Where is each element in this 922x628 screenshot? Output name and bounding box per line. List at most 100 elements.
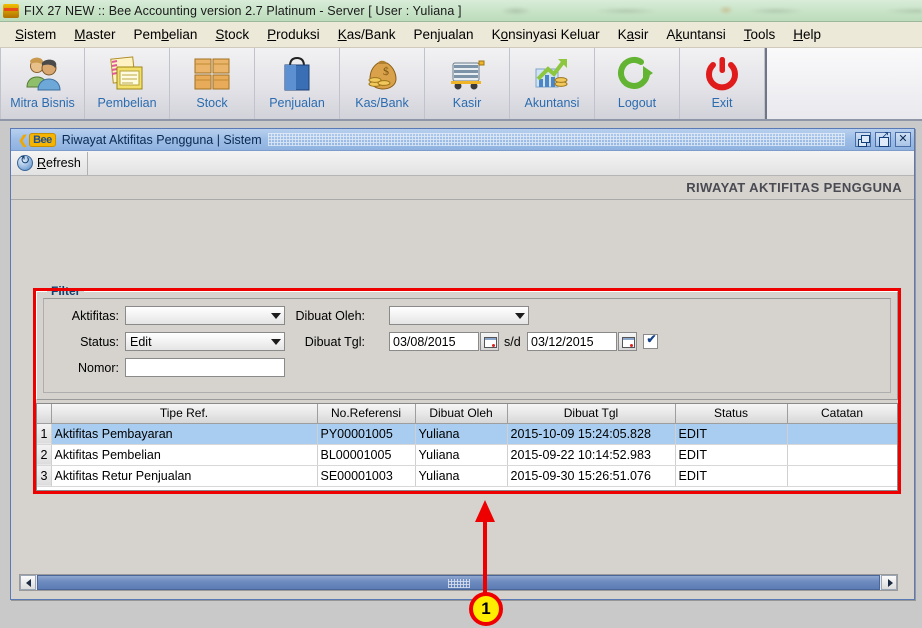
restore-window-button[interactable] bbox=[855, 132, 871, 147]
refresh-button[interactable]: Refresh bbox=[14, 151, 88, 175]
horizontal-scrollbar[interactable] bbox=[19, 574, 898, 591]
page-title: RIWAYAT AKTIFITAS PENGGUNA bbox=[686, 180, 902, 195]
cell-dibuat-oleh: Yuliana bbox=[415, 444, 508, 466]
scroll-left-icon[interactable] bbox=[20, 575, 36, 590]
column-header-no-referensi[interactable]: No.Referensi bbox=[317, 404, 416, 424]
mdi-window-title: Riwayat Aktifitas Pengguna | Sistem bbox=[61, 132, 262, 147]
toolbar-label-kas-bank: Kas/Bank bbox=[355, 96, 409, 110]
menu-item-tools[interactable]: Tools bbox=[735, 24, 785, 45]
toolbar-button-logout[interactable]: Logout bbox=[595, 48, 680, 119]
aktifitas-label: Aktifitas: bbox=[71, 309, 119, 323]
menu-item-help[interactable]: Help bbox=[784, 24, 830, 45]
column-header-rownum[interactable] bbox=[37, 404, 52, 424]
toolbar-button-pembelian[interactable]: Pembelian bbox=[85, 48, 170, 119]
titlebar-drag-hatch[interactable] bbox=[267, 133, 845, 146]
toolbar-button-kas-bank[interactable]: $ Kas/Bank bbox=[340, 48, 425, 119]
toolbar-button-akuntansi[interactable]: Akuntansi bbox=[510, 48, 595, 119]
cell-status: EDIT bbox=[675, 444, 788, 466]
table-row[interactable]: 3 Aktifitas Retur Penjualan SE00001003 Y… bbox=[37, 465, 897, 487]
scroll-right-icon[interactable] bbox=[881, 575, 897, 590]
menu-item-kas-bank[interactable]: Kas/Bank bbox=[329, 24, 405, 45]
toolbar-button-penjualan[interactable]: Penjualan bbox=[255, 48, 340, 119]
status-combobox-value: Edit bbox=[130, 334, 152, 349]
growth-chart-icon bbox=[530, 53, 574, 95]
table-row[interactable]: 2 Aktifitas Pembelian BL00001005 Yuliana… bbox=[37, 444, 897, 466]
column-header-tipe-ref[interactable]: Tipe Ref. bbox=[51, 404, 318, 424]
maximize-window-button[interactable] bbox=[875, 130, 891, 147]
row-number: 2 bbox=[37, 444, 52, 466]
tanggal-sampai-calendar-icon[interactable] bbox=[618, 332, 637, 351]
window-body: Filter Aktifitas: Status: Edit Nomor: Di… bbox=[11, 200, 914, 626]
menu-item-akuntansi[interactable]: Akuntansi bbox=[657, 24, 734, 45]
toolbar-button-exit[interactable]: Exit bbox=[680, 48, 765, 119]
mdi-window-titlebar[interactable]: ❮ Bee Riwayat Aktifitas Pengguna | Sistem bbox=[11, 129, 914, 151]
scrollbar-thumb[interactable] bbox=[37, 575, 880, 590]
menu-item-master[interactable]: Master bbox=[65, 24, 124, 45]
arrow-shaft bbox=[483, 518, 487, 600]
tanggal-enable-checkbox[interactable] bbox=[643, 332, 658, 349]
cell-dibuat-tgl: 2015-10-09 15:24:05.828 bbox=[507, 423, 676, 445]
tanggal-sampai-value: 03/12/2015 bbox=[531, 334, 594, 349]
table-row[interactable]: 1 Aktifitas Pembayaran PY00001005 Yulian… bbox=[37, 423, 897, 445]
boxes-icon bbox=[190, 53, 234, 95]
cash-register-icon bbox=[445, 53, 489, 95]
close-window-button[interactable] bbox=[895, 132, 911, 147]
blurred-background-region bbox=[475, 0, 922, 22]
menu-item-stock[interactable]: Stock bbox=[206, 24, 258, 45]
column-header-status[interactable]: Status bbox=[675, 404, 788, 424]
menu-item-penjualan[interactable]: Penjualan bbox=[404, 24, 482, 45]
tanggal-dari-calendar-icon[interactable] bbox=[480, 332, 499, 351]
money-bag-icon: $ bbox=[360, 53, 404, 95]
menu-item-produksi[interactable]: Produksi bbox=[258, 24, 329, 45]
toolbar-button-mitra-bisnis[interactable]: Mitra Bisnis bbox=[0, 48, 85, 119]
toolbar-button-kasir[interactable]: Kasir bbox=[425, 48, 510, 119]
activity-table-element: Tipe Ref. No.Referensi Dibuat Oleh Dibua… bbox=[37, 404, 897, 487]
bee-app-icon bbox=[3, 3, 19, 18]
toolbar-button-stock[interactable]: Stock bbox=[170, 48, 255, 119]
calendar-dot bbox=[492, 344, 495, 347]
cell-tipe-ref: Aktifitas Pembelian bbox=[51, 444, 318, 466]
annotation-badge: 1 bbox=[469, 592, 503, 626]
status-combobox[interactable]: Edit bbox=[125, 332, 285, 351]
refresh-icon bbox=[17, 153, 33, 171]
cell-no-referensi: BL00001005 bbox=[317, 444, 416, 466]
row-number: 3 bbox=[37, 465, 52, 487]
menu-item-pembelian[interactable]: Pembelian bbox=[125, 24, 207, 45]
column-header-dibuat-oleh[interactable]: Dibuat Oleh bbox=[415, 404, 508, 424]
cell-dibuat-oleh: Yuliana bbox=[415, 423, 508, 445]
filter-panel: Filter Aktifitas: Status: Edit Nomor: Di… bbox=[36, 284, 898, 400]
dibuat-oleh-label: Dibuat Oleh: bbox=[295, 309, 365, 323]
dibuat-oleh-combobox[interactable] bbox=[389, 306, 529, 325]
bee-logo: ❮ Bee bbox=[18, 132, 56, 147]
dibuat-tgl-label: Dibuat Tgl: bbox=[304, 335, 365, 349]
menu-bar: Sistem Master Pembelian Stock Produksi K… bbox=[0, 22, 922, 48]
cell-no-referensi: SE00001003 bbox=[317, 465, 416, 487]
row-number: 1 bbox=[37, 423, 52, 445]
nomor-input[interactable] bbox=[125, 358, 285, 377]
toolbar-label-stock: Stock bbox=[196, 96, 228, 110]
ledger-book-icon bbox=[105, 53, 149, 95]
activity-table[interactable]: Tipe Ref. No.Referensi Dibuat Oleh Dibua… bbox=[36, 403, 898, 491]
column-header-dibuat-tgl[interactable]: Dibuat Tgl bbox=[507, 404, 676, 424]
menu-item-konsinyasi-keluar[interactable]: Konsinyasi Keluar bbox=[483, 24, 609, 45]
tanggal-dari-value: 03/08/2015 bbox=[393, 334, 456, 349]
tanggal-separator: s/d bbox=[504, 335, 521, 349]
menu-item-kasir[interactable]: Kasir bbox=[609, 24, 658, 45]
tanggal-dari-input[interactable]: 03/08/2015 bbox=[389, 332, 479, 351]
toolbar-label-mitra-bisnis: Mitra Bisnis bbox=[10, 96, 75, 110]
tanggal-sampai-input[interactable]: 03/12/2015 bbox=[527, 332, 617, 351]
cell-no-referensi: PY00001005 bbox=[317, 423, 416, 445]
cell-catatan bbox=[787, 465, 897, 487]
main-toolbar: Mitra Bisnis Pembelian Stock Penjualan $… bbox=[0, 48, 922, 121]
toolbar-empty-space bbox=[765, 48, 922, 119]
aktifitas-combobox[interactable] bbox=[125, 306, 285, 325]
cell-status: EDIT bbox=[675, 465, 788, 487]
toolbar-label-pembelian: Pembelian bbox=[97, 96, 157, 110]
status-label: Status: bbox=[80, 335, 119, 349]
cell-tipe-ref: Aktifitas Retur Penjualan bbox=[51, 465, 318, 487]
mdi-toolbar: Refresh bbox=[11, 151, 914, 176]
logout-arrow-icon bbox=[615, 53, 673, 95]
menu-item-sistem[interactable]: Sistem bbox=[6, 24, 65, 45]
cell-status: EDIT bbox=[675, 423, 788, 445]
column-header-catatan[interactable]: Catatan bbox=[787, 404, 897, 424]
